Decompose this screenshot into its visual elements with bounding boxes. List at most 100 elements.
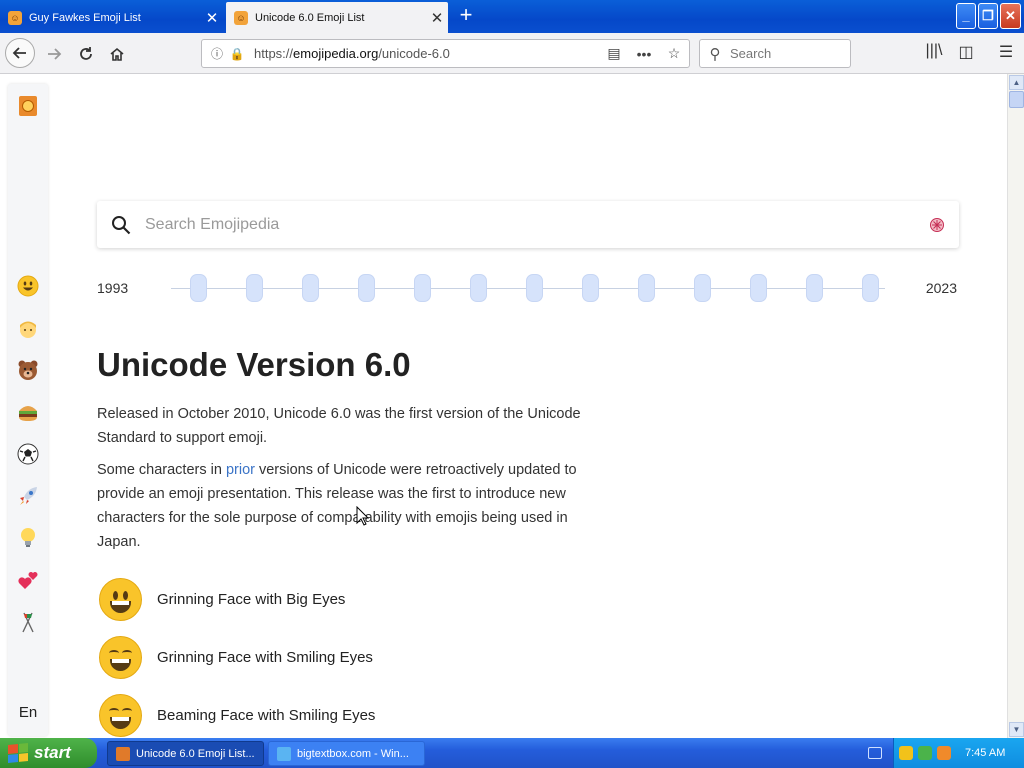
security-shield-icon[interactable] xyxy=(899,746,913,760)
symbols-category-icon[interactable] xyxy=(16,568,40,592)
timeline-version-marker[interactable] xyxy=(750,274,767,302)
emojipedia-logo-icon[interactable] xyxy=(19,96,37,116)
timeline-version-marker[interactable] xyxy=(302,274,319,302)
back-button[interactable] xyxy=(5,38,35,68)
taskbar-item-ie[interactable]: bigtextbox.com - Win... xyxy=(268,741,425,766)
emoji-name[interactable]: Beaming Face with Smiling Eyes xyxy=(157,707,375,724)
prior-versions-link[interactable]: prior xyxy=(226,462,255,478)
tab-guy-fawkes[interactable]: ☺ Guy Fawkes Emoji List ✕ xyxy=(0,3,223,33)
search-icon xyxy=(97,215,145,235)
sidebar-toggle-button[interactable]: ◫ xyxy=(954,42,978,66)
library-button[interactable]: |||\ xyxy=(922,42,946,66)
timeline-version-marker[interactable] xyxy=(806,274,823,302)
grinning-face-smiling-eyes-icon xyxy=(99,635,142,679)
language-selector[interactable]: En xyxy=(8,704,48,721)
internet-explorer-icon xyxy=(277,746,291,761)
emoji-list-item[interactable]: Grinning Face with Big Eyes xyxy=(99,577,345,621)
mouse-cursor-icon xyxy=(356,506,370,526)
home-button[interactable] xyxy=(103,40,131,68)
emojipedia-favicon-icon: ☺ xyxy=(234,10,248,25)
browser-search-box[interactable]: ⚲ Search xyxy=(699,39,851,68)
vertical-scrollbar[interactable]: ▲ ▼ xyxy=(1007,74,1024,738)
retroactive-paragraph: Some characters in prior versions of Uni… xyxy=(97,458,587,554)
home-icon xyxy=(110,47,124,61)
timeline-version-marker[interactable] xyxy=(694,274,711,302)
firefox-icon xyxy=(116,746,130,761)
info-icon[interactable]: ⓘ xyxy=(206,45,228,62)
keyboard-icon[interactable] xyxy=(868,747,882,759)
flags-category-icon[interactable] xyxy=(16,610,40,634)
system-tray: 7:45 AM xyxy=(893,738,1024,768)
bookmark-star-icon[interactable]: ☆ xyxy=(659,45,689,62)
browser-tab-strip: ☺ Guy Fawkes Emoji List ✕ ☺ Unicode 6.0 … xyxy=(0,0,1024,33)
url-text[interactable]: https://emojipedia.org/unicode-6.0 xyxy=(246,46,599,61)
scrollbar-thumb[interactable] xyxy=(1009,91,1024,108)
emoji-name[interactable]: Grinning Face with Smiling Eyes xyxy=(157,649,373,666)
random-emoji-icon[interactable] xyxy=(915,217,959,233)
timeline-version-marker[interactable] xyxy=(638,274,655,302)
task-label: Unicode 6.0 Emoji List... xyxy=(136,747,255,760)
new-tab-button[interactable]: + xyxy=(454,4,478,28)
timeline-start-year: 1993 xyxy=(97,280,129,296)
animals-category-icon[interactable] xyxy=(16,358,40,382)
reload-button[interactable] xyxy=(72,40,100,68)
timeline-version-marker[interactable] xyxy=(190,274,207,302)
forward-button[interactable] xyxy=(40,40,68,68)
network-icon[interactable] xyxy=(918,746,932,760)
beaming-face-smiling-eyes-icon xyxy=(99,693,142,737)
lock-icon[interactable]: 🔒 xyxy=(228,47,246,61)
reload-icon xyxy=(80,47,92,60)
arrow-right-icon xyxy=(48,48,62,60)
url-scheme: https:// xyxy=(254,46,294,61)
timeline-version-marker[interactable] xyxy=(526,274,543,302)
tab-unicode-6[interactable]: ☺ Unicode 6.0 Emoji List ✕ xyxy=(226,2,448,33)
food-category-icon[interactable] xyxy=(16,400,40,424)
search-tray-icon[interactable] xyxy=(937,746,951,760)
windows-logo-icon xyxy=(8,742,28,764)
paragraph-text: Some characters in xyxy=(97,462,226,478)
timeline-version-marker[interactable] xyxy=(246,274,263,302)
emoji-list-item[interactable]: Beaming Face with Smiling Eyes xyxy=(99,693,375,737)
timeline-version-marker[interactable] xyxy=(414,274,431,302)
timeline-version-marker[interactable] xyxy=(862,274,879,302)
maximize-button[interactable]: ❐ xyxy=(978,3,998,29)
emojipedia-search-bar[interactable]: Search Emojipedia xyxy=(97,201,959,248)
close-tab-icon[interactable]: ✕ xyxy=(201,9,223,27)
tab-title: Unicode 6.0 Emoji List xyxy=(255,11,365,24)
objects-category-icon[interactable] xyxy=(16,525,40,549)
emoji-name[interactable]: Grinning Face with Big Eyes xyxy=(157,591,345,608)
scroll-up-arrow-icon[interactable]: ▲ xyxy=(1009,75,1024,90)
hamburger-menu-button[interactable]: ☰ xyxy=(994,42,1018,66)
travel-category-icon[interactable] xyxy=(16,484,40,508)
url-host: emojipedia.org xyxy=(293,46,379,61)
close-tab-icon[interactable]: ✕ xyxy=(426,9,448,27)
reader-view-icon[interactable]: ▤ xyxy=(599,45,629,62)
browser-search-placeholder: Search xyxy=(730,46,772,61)
emoji-list-item[interactable]: Grinning Face with Smiling Eyes xyxy=(99,635,373,679)
activities-category-icon[interactable] xyxy=(16,442,40,466)
search-icon: ⚲ xyxy=(709,45,721,63)
windows-taskbar: start Unicode 6.0 Emoji List... bigtextb… xyxy=(0,738,1024,768)
taskbar-item-firefox[interactable]: Unicode 6.0 Emoji List... xyxy=(107,741,264,766)
timeline-version-marker[interactable] xyxy=(582,274,599,302)
people-category-icon[interactable] xyxy=(16,317,40,341)
start-button[interactable]: start xyxy=(0,738,97,768)
tab-title: Guy Fawkes Emoji List xyxy=(29,12,141,24)
close-window-button[interactable]: ✕ xyxy=(1000,3,1021,29)
timeline-version-marker[interactable] xyxy=(358,274,375,302)
version-timeline: 1993 2023 xyxy=(97,272,959,304)
smileys-category-icon[interactable] xyxy=(16,274,40,298)
task-label: bigtextbox.com - Win... xyxy=(297,747,409,760)
search-placeholder[interactable]: Search Emojipedia xyxy=(145,216,915,234)
start-label: start xyxy=(34,743,71,762)
clock: 7:45 AM xyxy=(965,747,1006,759)
page-title: Unicode Version 6.0 xyxy=(97,346,411,383)
timeline-version-marker[interactable] xyxy=(470,274,487,302)
page-viewport: En Search Emojipedia 1993 2023 Unicode V… xyxy=(0,74,1024,738)
timeline-end-year: 2023 xyxy=(925,280,957,296)
scroll-down-arrow-icon[interactable]: ▼ xyxy=(1009,722,1024,737)
grinning-face-big-eyes-icon xyxy=(99,577,142,621)
page-actions-icon[interactable]: ••• xyxy=(629,46,659,62)
address-bar[interactable]: ⓘ 🔒 https://emojipedia.org/unicode-6.0 ▤… xyxy=(201,39,690,68)
minimize-button[interactable]: _ xyxy=(956,3,976,29)
